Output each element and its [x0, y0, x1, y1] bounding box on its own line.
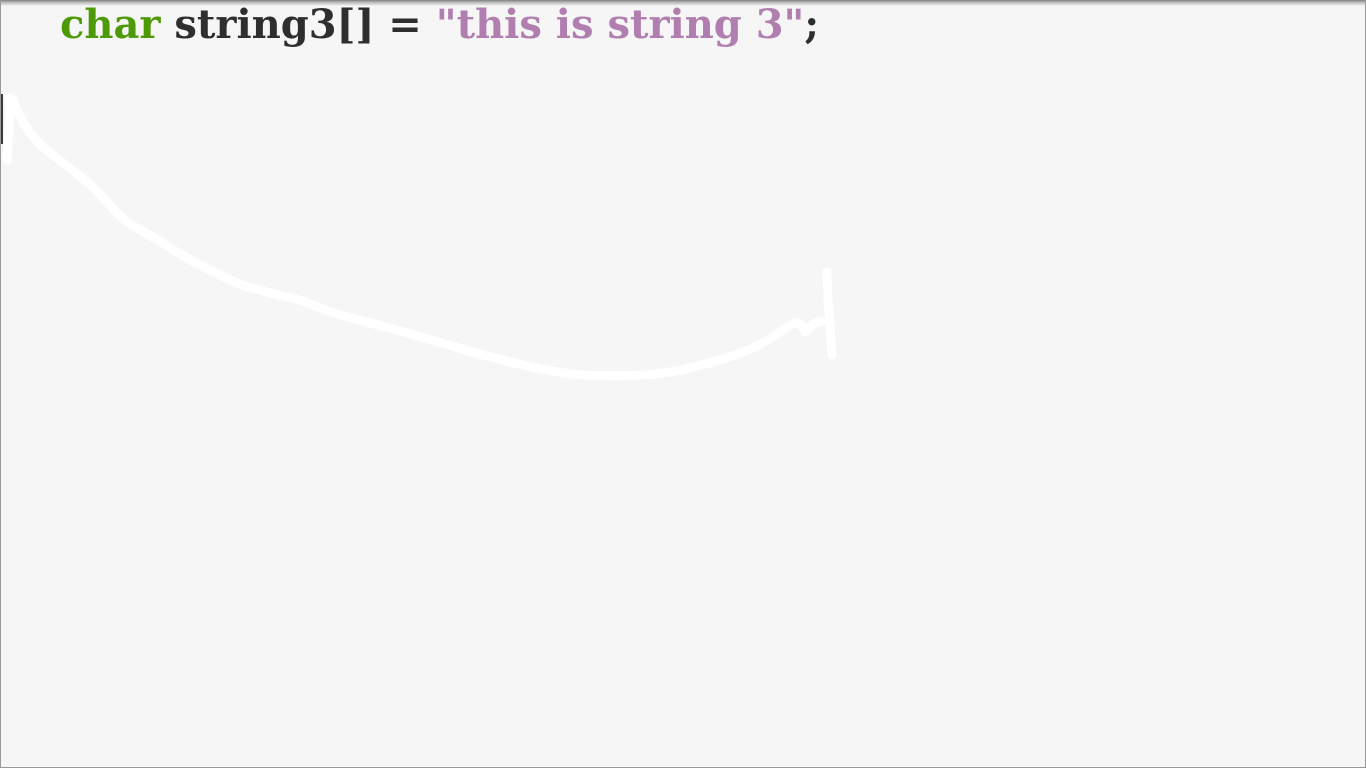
statement-terminator: ; [804, 1, 820, 48]
annotation-stroke-right-tick [822, 267, 837, 360]
hand-drawn-arrow-annotation [2, 93, 837, 381]
slide-canvas: char string3[] = "this is string 3"; [0, 0, 1366, 768]
annotation-stroke-curve [8, 95, 826, 381]
identifier-string3: string3[] = [174, 1, 422, 48]
keyword-char: char [60, 1, 161, 48]
string-literal: "this is string 3" [435, 1, 805, 48]
code-line: char string3[] = "this is string 3"; [60, 1, 819, 49]
annotation-stroke-left-tick [2, 93, 15, 165]
left-edge-caret [1, 94, 3, 144]
